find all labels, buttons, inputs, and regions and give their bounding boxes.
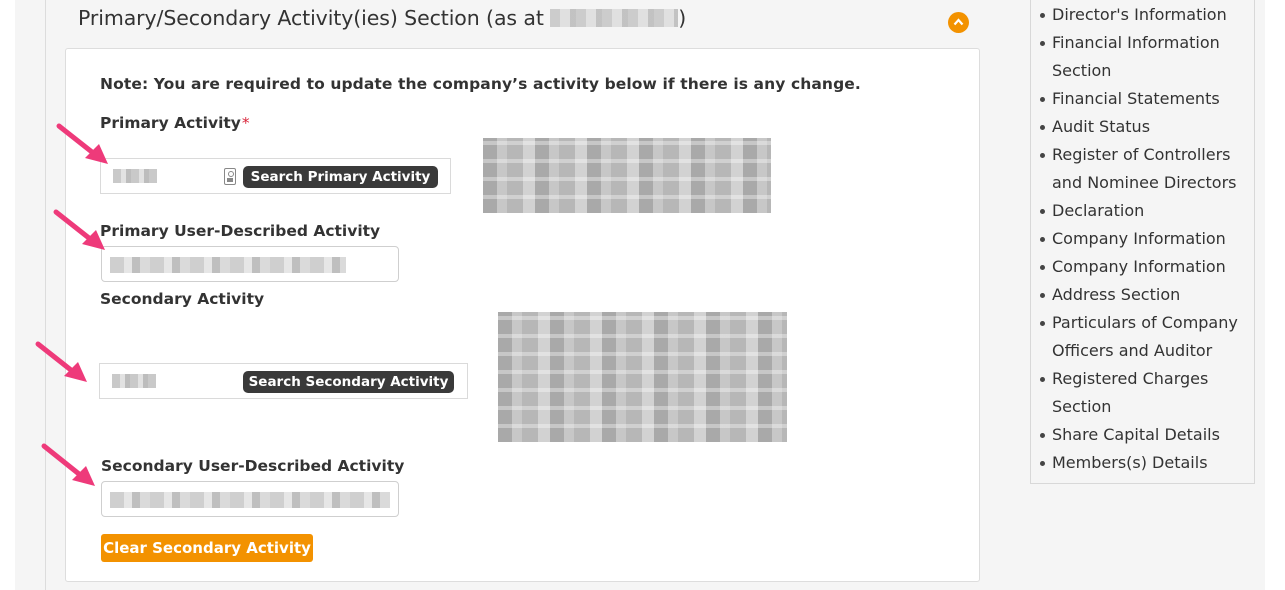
primary-user-described-input[interactable] [101,246,399,282]
primary-user-described-label: Primary User-Described Activity [100,222,381,240]
sidebar-item-address-section[interactable]: Address Section [1037,281,1252,309]
sidebar-item-register-of-controllers[interactable]: Register of Controllers and Nominee Dire… [1037,141,1252,197]
sidebar-item-share-capital[interactable]: Share Capital Details [1037,421,1252,449]
primary-activity-field[interactable]: Search Primary Activity [100,158,451,194]
sidebar-item-registered-charges[interactable]: Registered Charges Section [1037,365,1252,421]
primary-activity-code [113,169,157,183]
annotation-arrow-icon [53,209,105,250]
search-secondary-activity-button[interactable]: Search Secondary Activity [243,371,454,393]
sidebar-item-company-officers[interactable]: Particulars of Company Officers and Audi… [1037,309,1252,365]
secondary-activity-description [498,312,787,442]
search-primary-activity-button[interactable]: Search Primary Activity [243,166,438,188]
update-note: Note: You are required to update the com… [100,75,861,93]
lookup-icon[interactable] [224,168,236,185]
annotation-arrow-icon [35,341,87,382]
secondary-user-described-label: Secondary User-Described Activity [101,457,405,475]
sidebar-item-financial-information[interactable]: Financial Information Section [1037,29,1252,85]
secondary-activity-label: Secondary Activity [100,290,265,308]
section-title: Primary/Secondary Activity(ies) Section … [78,6,686,30]
primary-user-described-value [110,257,346,273]
content-divider [45,0,46,590]
sidebar-item-declaration[interactable]: Declaration [1037,197,1252,225]
primary-activity-label: Primary Activity* [100,114,250,132]
sidebar-nav: Director's Information Financial Informa… [1037,1,1252,477]
sidebar-item-audit-status[interactable]: Audit Status [1037,113,1252,141]
secondary-user-described-value [110,492,390,508]
clear-secondary-activity-button[interactable]: Clear Secondary Activity [101,534,313,562]
primary-activity-description [483,138,771,213]
required-mark: * [241,114,250,132]
secondary-user-described-input[interactable] [101,481,399,517]
sidebar-item-company-information-2[interactable]: Company Information [1037,253,1252,281]
annotation-arrow-icon [41,443,95,486]
redacted-date [550,9,679,27]
sidebar-item-members-details[interactable]: Members(s) Details [1037,449,1252,477]
sidebar-item-financial-statements[interactable]: Financial Statements [1037,85,1252,113]
sidebar-item-company-information[interactable]: Company Information [1037,225,1252,253]
chevron-up-icon [953,18,964,26]
collapse-section-button[interactable] [948,12,969,33]
sidebar-item-directors-information[interactable]: Director's Information [1037,1,1252,29]
section-title-text: Primary/Secondary Activity(ies) Section … [78,6,544,30]
section-title-close: ) [678,6,687,30]
primary-activity-label-text: Primary Activity [100,114,241,132]
secondary-activity-field[interactable]: Search Secondary Activity [99,363,468,399]
annotation-arrow-icon [56,123,108,164]
secondary-activity-code [112,374,156,388]
